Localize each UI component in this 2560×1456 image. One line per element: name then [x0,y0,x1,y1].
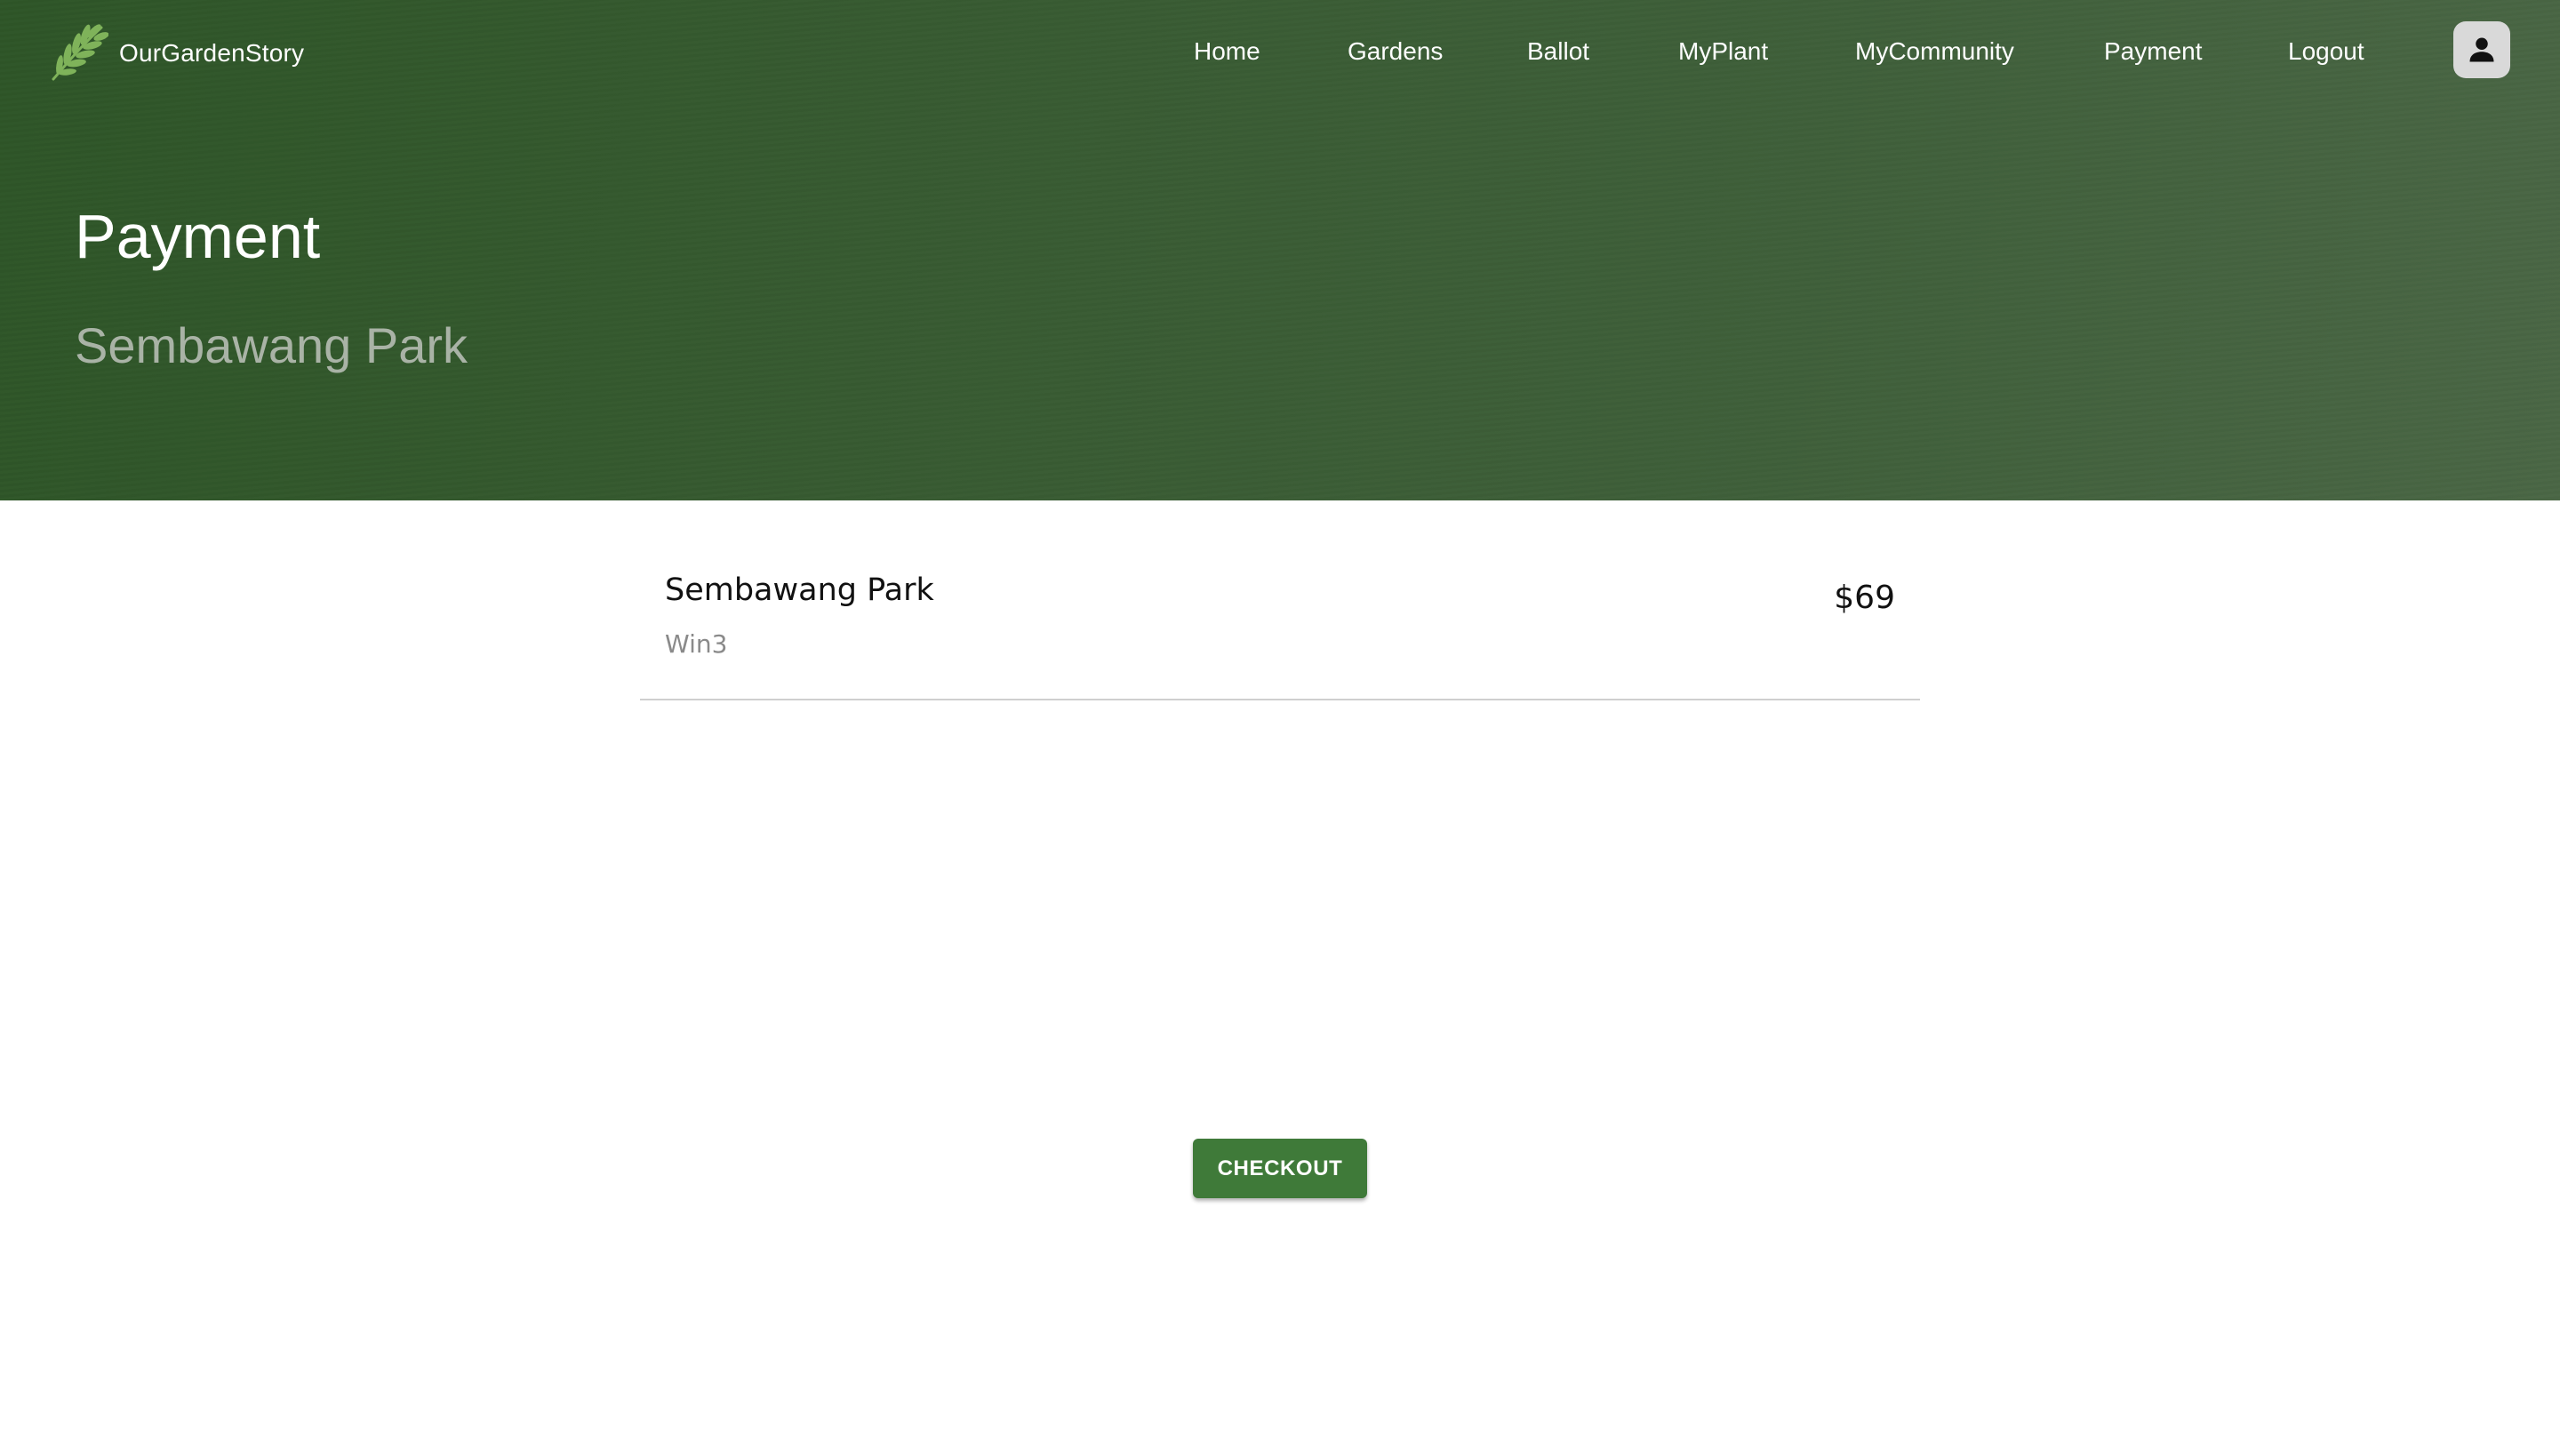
nav-gardens-link[interactable]: Gardens [1348,37,1443,66]
cart-item: Sembawang Park Win3 $69 [640,551,1920,700]
nav-logout-link[interactable]: Logout [2288,37,2364,66]
nav-ballot-link[interactable]: Ballot [1527,37,1589,66]
page-subtitle: Sembawang Park [75,317,468,373]
cart-item-description: Win3 [665,629,728,659]
cart-item-price: $69 [1834,580,1895,616]
user-icon [2469,37,2494,62]
nav-home-link[interactable]: Home [1194,37,1260,66]
nav-mycommunity-link[interactable]: MyCommunity [1855,37,2014,66]
nav-payment-link[interactable]: Payment [2104,37,2203,66]
hero-banner: OurGardenStory Home Gardens Ballot MyPla… [0,0,2560,500]
brand-name: OurGardenStory [119,39,305,67]
page-title: Payment [75,202,321,271]
brand-link[interactable]: OurGardenStory [46,20,304,87]
checkout-button[interactable]: CHECKOUT [1193,1139,1367,1198]
leaf-logo-icon [52,24,108,81]
nav-myplant-link[interactable]: MyPlant [1678,37,1768,66]
cart-item-name: Sembawang Park [665,572,934,608]
profile-button[interactable] [2453,21,2510,78]
